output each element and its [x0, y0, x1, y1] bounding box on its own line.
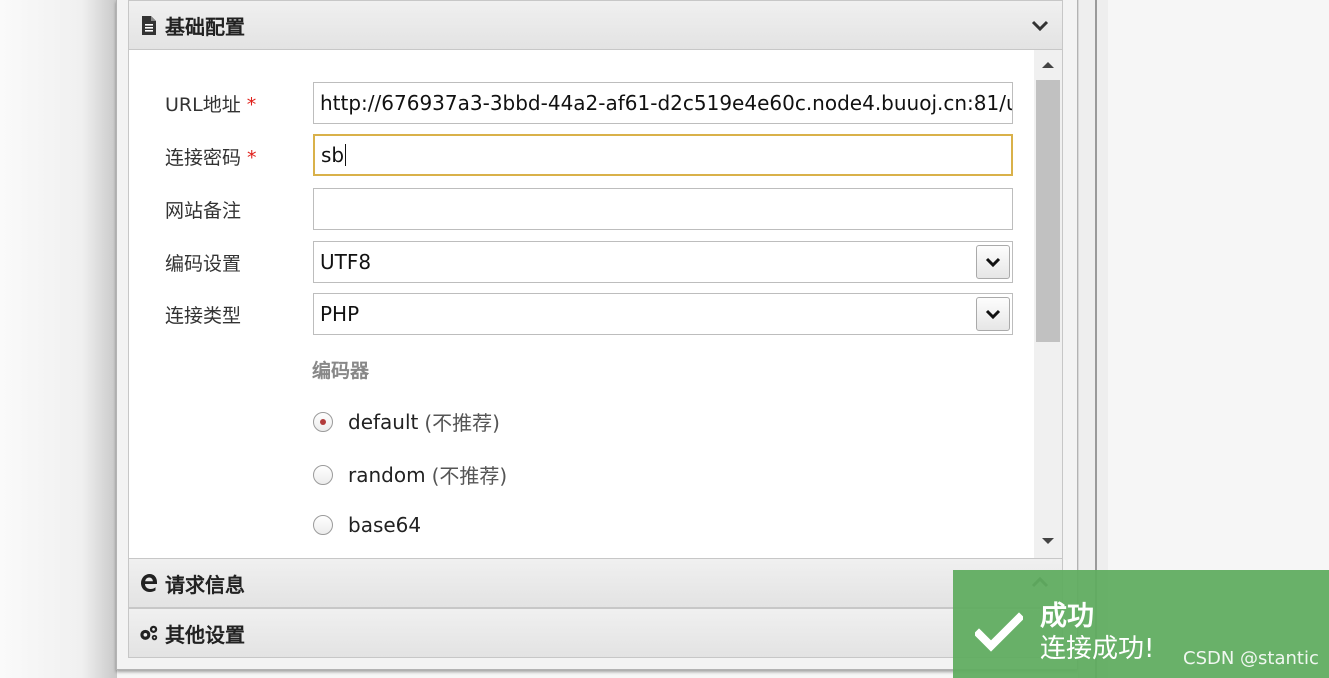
url-label: URL地址 * — [165, 94, 257, 116]
radio-button[interactable] — [313, 411, 333, 432]
radio-button[interactable] — [313, 464, 333, 485]
basic-config-panel: URL地址 * http://676937a3-3bbd-44a2-af61-d2… — [128, 50, 1063, 558]
dropdown-button[interactable] — [976, 245, 1010, 279]
encoder-title: 编码器 — [312, 360, 370, 382]
text-caret — [345, 144, 347, 166]
accordion-title-other: 其他设置 — [165, 622, 245, 647]
scroll-up-icon[interactable] — [1041, 60, 1055, 70]
chevron-down-icon — [985, 309, 1001, 320]
encoder-option-random[interactable]: random (不推荐) — [313, 460, 507, 489]
encoder-option-default[interactable]: default (不推荐) — [313, 407, 500, 436]
watermark: CSDN @stantic — [1183, 648, 1319, 669]
accordion-header-basic[interactable]: 基础配置 — [128, 0, 1063, 50]
note-input[interactable] — [313, 188, 1013, 230]
password-label: 连接密码 * — [165, 147, 257, 169]
config-accordion: 基础配置 URL地址 * http://676937a3-3bbd-44a2-af… — [128, 0, 1063, 660]
type-select[interactable]: PHP — [313, 293, 1013, 335]
edge-browser-icon — [139, 573, 159, 593]
encoding-label: 编码设置 — [165, 253, 242, 275]
radio-button[interactable] — [313, 515, 333, 535]
url-input[interactable]: http://676937a3-3bbd-44a2-af61-d2c519e4e… — [313, 82, 1013, 124]
accordion-header-other[interactable]: 其他设置 — [128, 608, 1063, 658]
background-left — [0, 0, 117, 678]
encoder-option-base64[interactable]: base64 — [313, 513, 421, 537]
gears-icon — [139, 623, 159, 643]
dropdown-button[interactable] — [976, 297, 1010, 331]
chevron-down-icon[interactable] — [1030, 15, 1050, 35]
note-label: 网站备注 — [165, 200, 242, 222]
accordion-title-basic: 基础配置 — [165, 14, 245, 39]
encoding-select[interactable]: UTF8 — [313, 241, 1013, 283]
scroll-down-icon[interactable] — [1041, 536, 1055, 546]
required-mark: * — [246, 94, 257, 116]
required-mark: * — [247, 147, 257, 169]
toast-message: 连接成功! — [1040, 634, 1155, 664]
vertical-scrollbar[interactable] — [1034, 50, 1062, 558]
password-input[interactable]: sb — [313, 134, 1013, 176]
accordion-title-request: 请求信息 — [165, 572, 245, 597]
document-icon — [139, 15, 159, 35]
checkmark-icon — [975, 612, 1023, 652]
chevron-down-icon — [985, 257, 1001, 268]
type-label: 连接类型 — [165, 305, 242, 327]
accordion-header-request[interactable]: 请求信息 — [128, 558, 1063, 608]
scrollbar-thumb[interactable] — [1036, 80, 1060, 342]
